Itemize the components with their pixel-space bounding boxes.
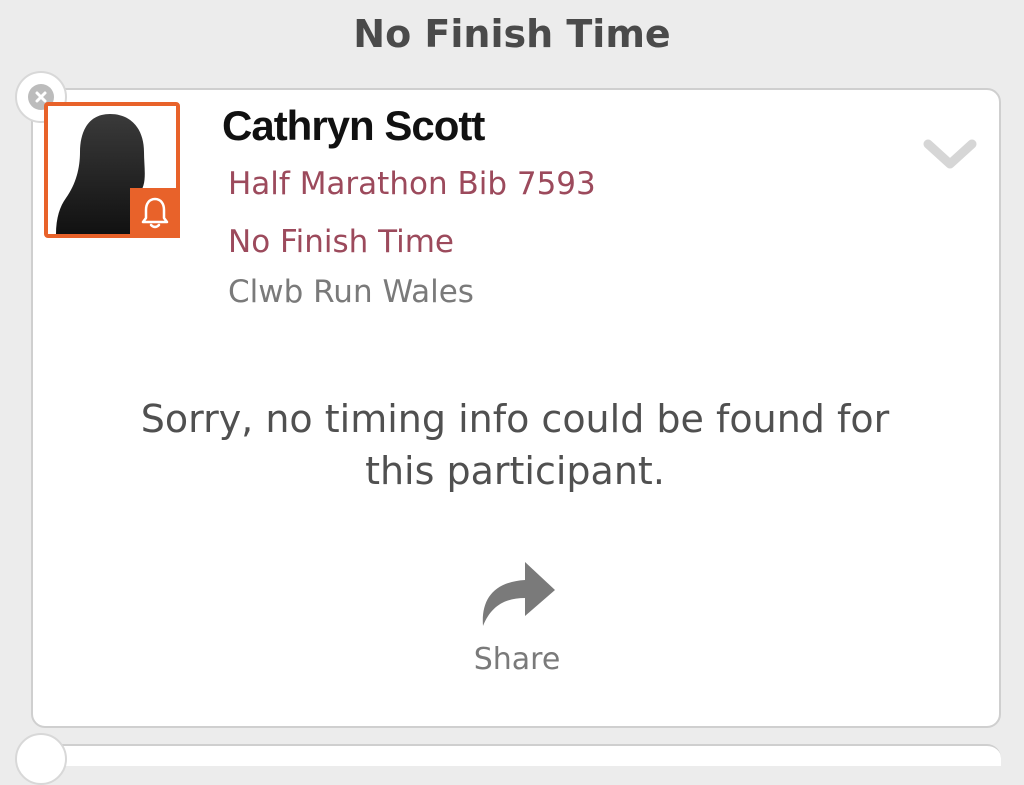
participant-name: Cathryn Scott bbox=[222, 102, 485, 149]
next-close-button[interactable] bbox=[15, 733, 67, 785]
no-timing-message: Sorry, no timing info could be found for… bbox=[60, 393, 970, 497]
page-title: No Finish Time bbox=[353, 12, 671, 56]
message-line-1: Sorry, no timing info could be found for bbox=[140, 397, 890, 441]
notification-bell-button[interactable] bbox=[130, 188, 180, 238]
share-button[interactable]: Share bbox=[452, 556, 582, 686]
expand-button[interactable] bbox=[922, 138, 978, 172]
share-label: Share bbox=[473, 642, 561, 677]
finish-status: No Finish Time bbox=[228, 224, 454, 260]
chevron-down-icon bbox=[923, 139, 977, 169]
message-line-2: this participant. bbox=[365, 449, 665, 493]
next-participant-card bbox=[31, 744, 1001, 766]
event-bib: Half Marathon Bib 7593 bbox=[228, 166, 596, 202]
share-arrow-icon bbox=[482, 562, 555, 626]
club-name: Clwb Run Wales bbox=[228, 274, 474, 310]
bell-icon bbox=[141, 197, 169, 229]
